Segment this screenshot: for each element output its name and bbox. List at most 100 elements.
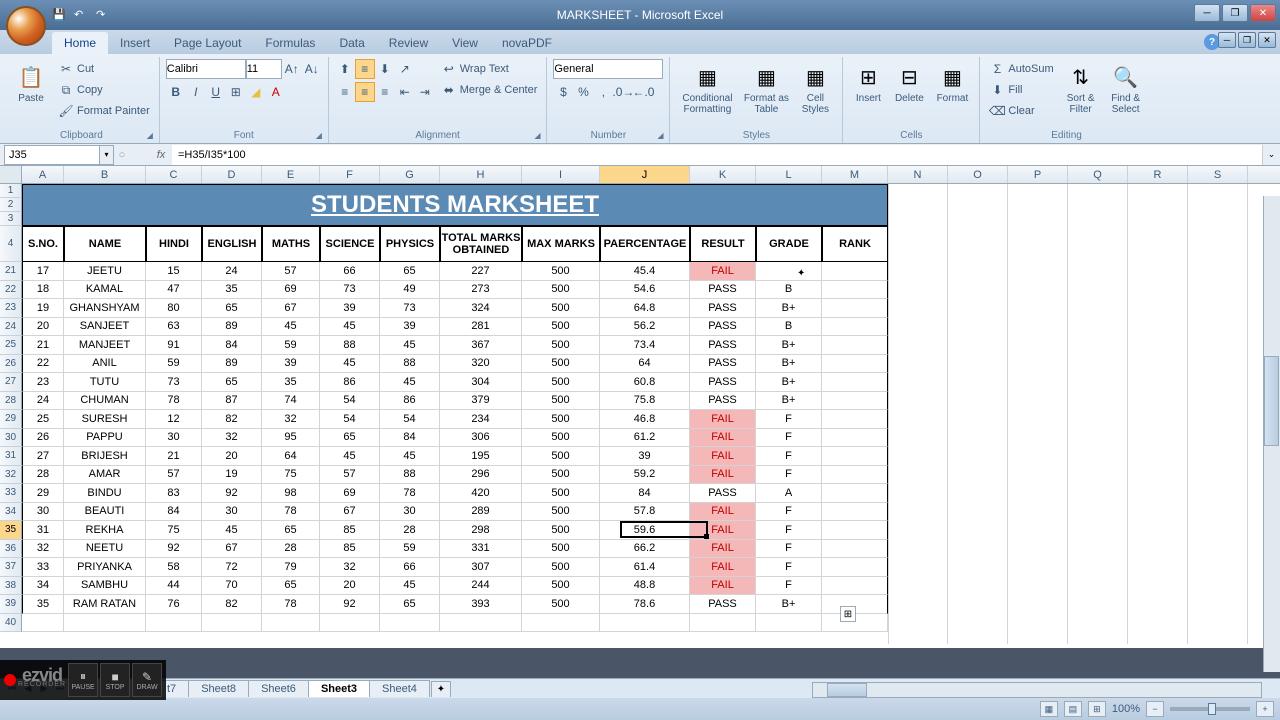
cell-s[interactable]: 65 bbox=[320, 429, 380, 448]
cell-tot[interactable]: 307 bbox=[440, 558, 522, 577]
cell-grade[interactable] bbox=[756, 262, 822, 281]
header-cell[interactable]: PHYSICS bbox=[380, 226, 440, 262]
cell-h[interactable]: 30 bbox=[146, 429, 202, 448]
shrink-font-button[interactable]: A↓ bbox=[302, 59, 322, 79]
col-header-M[interactable]: M bbox=[822, 166, 888, 183]
page-break-view-button[interactable]: ⊞ bbox=[1088, 701, 1106, 717]
cell-rank[interactable] bbox=[822, 281, 888, 300]
cell-h[interactable]: 75 bbox=[146, 521, 202, 540]
font-color-button[interactable]: A bbox=[266, 82, 286, 102]
cell-pct[interactable]: 39 bbox=[600, 447, 690, 466]
cell-max[interactable]: 500 bbox=[522, 466, 600, 485]
cell-sno[interactable]: 29 bbox=[22, 484, 64, 503]
workbook-minimize-button[interactable]: ─ bbox=[1218, 32, 1236, 48]
cell-p[interactable]: 45 bbox=[380, 447, 440, 466]
cell-sno[interactable]: 20 bbox=[22, 318, 64, 337]
cell-grade[interactable]: F bbox=[756, 521, 822, 540]
cell-h[interactable]: 78 bbox=[146, 392, 202, 411]
cell-s[interactable]: 32 bbox=[320, 558, 380, 577]
cell-res[interactable]: FAIL bbox=[690, 262, 756, 281]
cell-max[interactable]: 500 bbox=[522, 503, 600, 522]
align-middle-button[interactable]: ≡ bbox=[355, 59, 375, 79]
cell-rank[interactable] bbox=[822, 447, 888, 466]
cell-res[interactable]: FAIL bbox=[690, 447, 756, 466]
cell-res[interactable]: FAIL bbox=[690, 577, 756, 596]
row-header-28[interactable]: 28 bbox=[0, 392, 22, 411]
find-select-button[interactable]: 🔍Find & Select bbox=[1105, 59, 1147, 117]
ribbon-tab-formulas[interactable]: Formulas bbox=[253, 32, 327, 54]
cell-h[interactable]: 57 bbox=[146, 466, 202, 485]
cell-h[interactable]: 59 bbox=[146, 355, 202, 374]
horizontal-scrollbar[interactable] bbox=[812, 682, 1262, 698]
cell-name[interactable]: BINDU bbox=[64, 484, 146, 503]
cell-rank[interactable] bbox=[822, 558, 888, 577]
vertical-scrollbar[interactable] bbox=[1263, 196, 1280, 672]
vscroll-thumb[interactable] bbox=[1264, 356, 1279, 446]
cell-res[interactable]: PASS bbox=[690, 484, 756, 503]
cell-name[interactable]: MANJEET bbox=[64, 336, 146, 355]
cell-res[interactable]: FAIL bbox=[690, 466, 756, 485]
col-header-S[interactable]: S bbox=[1188, 166, 1248, 183]
cell-max[interactable]: 500 bbox=[522, 299, 600, 318]
cell-p[interactable]: 54 bbox=[380, 410, 440, 429]
cell-tot[interactable]: 324 bbox=[440, 299, 522, 318]
cell-m[interactable]: 28 bbox=[262, 540, 320, 559]
formula-input[interactable]: =H35/I35*100 bbox=[172, 145, 1262, 165]
cell-grade[interactable]: B+ bbox=[756, 373, 822, 392]
cell-pct[interactable]: 48.8 bbox=[600, 577, 690, 596]
cell-tot[interactable]: 393 bbox=[440, 595, 522, 614]
header-cell[interactable]: ENGLISH bbox=[202, 226, 262, 262]
row-header-27[interactable]: 27 bbox=[0, 373, 22, 392]
cell-empty[interactable] bbox=[690, 614, 756, 633]
cell-sno[interactable]: 31 bbox=[22, 521, 64, 540]
cell-max[interactable]: 500 bbox=[522, 540, 600, 559]
cut-button[interactable]: ✂Cut bbox=[55, 59, 153, 79]
row-header-25[interactable]: 25 bbox=[0, 336, 22, 355]
cell-tot[interactable]: 367 bbox=[440, 336, 522, 355]
header-cell[interactable]: TOTAL MARKS OBTAINED bbox=[440, 226, 522, 262]
cell-sno[interactable]: 33 bbox=[22, 558, 64, 577]
cell-tot[interactable]: 304 bbox=[440, 373, 522, 392]
ribbon-tab-insert[interactable]: Insert bbox=[108, 32, 162, 54]
cell-tot[interactable]: 289 bbox=[440, 503, 522, 522]
cell-sno[interactable]: 22 bbox=[22, 355, 64, 374]
row-header-40[interactable]: 40 bbox=[0, 614, 22, 633]
zoom-slider[interactable] bbox=[1170, 707, 1250, 711]
cell-sno[interactable]: 24 bbox=[22, 392, 64, 411]
cell-s[interactable]: 45 bbox=[320, 318, 380, 337]
header-cell[interactable]: RANK bbox=[822, 226, 888, 262]
cell-p[interactable]: 88 bbox=[380, 355, 440, 374]
autofill-options-icon[interactable]: ⊞ bbox=[840, 606, 856, 622]
cell-name[interactable]: GHANSHYAM bbox=[64, 299, 146, 318]
cell-s[interactable]: 45 bbox=[320, 447, 380, 466]
cell-pct[interactable]: 61.2 bbox=[600, 429, 690, 448]
cell-max[interactable]: 500 bbox=[522, 595, 600, 614]
cell-rank[interactable] bbox=[822, 373, 888, 392]
cell-res[interactable]: PASS bbox=[690, 595, 756, 614]
cell-m[interactable]: 67 bbox=[262, 299, 320, 318]
row-header-22[interactable]: 22 bbox=[0, 281, 22, 300]
header-cell[interactable]: S.NO. bbox=[22, 226, 64, 262]
cell-tot[interactable]: 420 bbox=[440, 484, 522, 503]
cell-pct[interactable]: 78.6 bbox=[600, 595, 690, 614]
cell-s[interactable]: 85 bbox=[320, 540, 380, 559]
cell-pct[interactable]: 56.2 bbox=[600, 318, 690, 337]
cell-rank[interactable] bbox=[822, 299, 888, 318]
cell-max[interactable]: 500 bbox=[522, 521, 600, 540]
col-header-J[interactable]: J bbox=[600, 166, 690, 183]
cell-name[interactable]: PAPPU bbox=[64, 429, 146, 448]
cell-empty[interactable] bbox=[600, 614, 690, 633]
cell-m[interactable]: 57 bbox=[262, 262, 320, 281]
cell-name[interactable]: JEETU bbox=[64, 262, 146, 281]
cell-p[interactable]: 73 bbox=[380, 299, 440, 318]
cell-m[interactable]: 79 bbox=[262, 558, 320, 577]
cell-sno[interactable]: 21 bbox=[22, 336, 64, 355]
row-header-34[interactable]: 34 bbox=[0, 503, 22, 522]
fx-button[interactable]: fx bbox=[150, 145, 172, 165]
cell-p[interactable]: 45 bbox=[380, 577, 440, 596]
cell-e[interactable]: 82 bbox=[202, 595, 262, 614]
col-header-P[interactable]: P bbox=[1008, 166, 1068, 183]
cell-name[interactable]: SURESH bbox=[64, 410, 146, 429]
cell-grade[interactable]: B+ bbox=[756, 392, 822, 411]
cell-rank[interactable] bbox=[822, 503, 888, 522]
